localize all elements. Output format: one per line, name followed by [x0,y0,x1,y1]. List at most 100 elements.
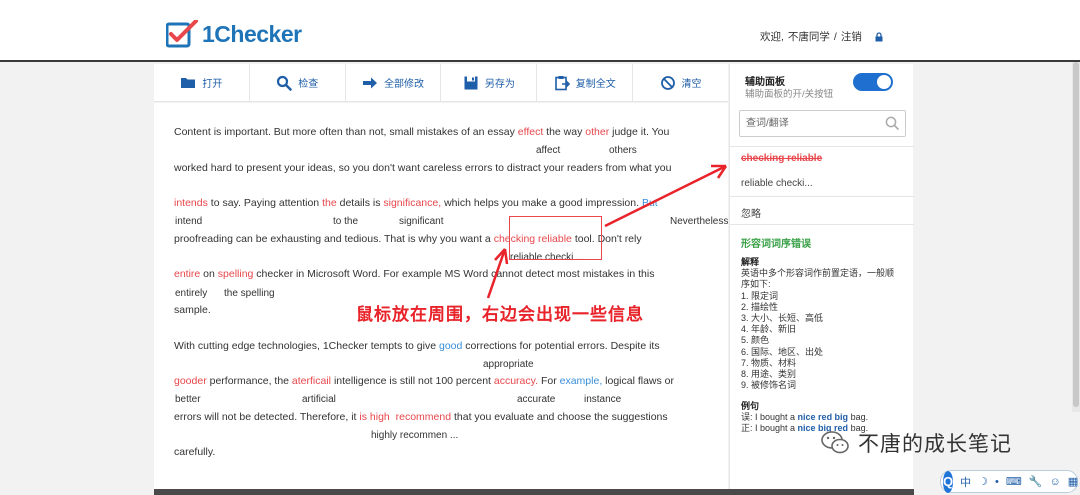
wrench-icon[interactable]: 🔧 [1029,475,1043,488]
ignore-button[interactable]: 忽略 [741,205,761,220]
ime-logo-icon[interactable]: Q [943,470,954,493]
rule-item: 5. 颜色 [741,335,770,346]
text-run: checker in Microsoft Word. For example M… [253,268,655,280]
toolbar: 打开 检查 全部修改 另存为 复制全文 清空 [154,64,728,102]
watermark: 不唐的成长笔记 [820,428,1012,458]
dot-icon[interactable]: • [995,476,999,488]
checkbox-logo-icon [165,19,200,48]
error-word[interactable]: effect [518,126,544,138]
watermark-text: 不唐的成长笔记 [858,433,1012,456]
suggestion-option[interactable]: reliable checki... [741,178,813,189]
text-run: on [200,268,218,280]
text-run: which helps you make a good impression. [441,197,642,209]
error-word[interactable]: entire [174,268,200,280]
text-line: intends to say. Paying attention the det… [174,197,658,209]
rule-item: 8. 用途、类别 [741,369,797,380]
copy-all-label: 复制全文 [575,79,616,90]
app-header: 1Checker 欢迎, 不唐同学 / 注销 [0,0,1080,62]
suggestion-text[interactable]: instance [584,394,621,405]
divider [730,224,914,225]
page-scrollbar[interactable] [1072,62,1080,412]
clipboard-icon [554,75,570,90]
clear-label: 清空 [681,79,702,90]
annotation-text: 鼠标放在周围，右边会出现一些信息 [356,305,644,324]
suggestion-text[interactable]: highly recommen ... [371,430,458,441]
smiley-icon[interactable]: ☺ [1049,476,1060,488]
suggestion-text[interactable]: better [175,394,201,405]
check-label: 检查 [298,79,319,90]
text-run: performance, the [206,375,292,387]
example-highlight: nice red big [797,412,849,423]
editor-area[interactable]: Content is important. But more often tha… [154,103,731,489]
lookup-input[interactable] [740,111,880,136]
suggestion-text[interactable]: the spelling [224,288,275,299]
panel-subtitle: 辅助面板的开/关按钮 [745,89,834,100]
ime-language[interactable]: 中 [960,474,971,490]
suggestion-text[interactable]: affect [536,145,560,156]
moon-icon[interactable]: ☽ [978,475,988,488]
check-button[interactable]: 检查 [250,64,346,101]
error-phrase: checking reliable [741,153,823,164]
username[interactable]: 不唐同学 [788,29,830,44]
suggestion-text[interactable]: significant [399,216,443,227]
style-word[interactable]: good [439,340,462,352]
text-run: judge it. You [609,126,670,138]
arrow-right-icon [363,77,378,88]
text-run: proofreading can be exhausting and tedio… [174,233,494,245]
text-line: Content is important. But more often tha… [174,126,669,138]
grid-icon[interactable]: ▦ [1068,475,1078,488]
divider [730,196,914,197]
fix-all-button[interactable]: 全部修改 [346,64,442,101]
example-text: bag. [848,412,869,423]
error-word[interactable]: recommend [396,411,451,423]
error-word[interactable]: accuracy. [494,375,538,387]
suggestion-text[interactable]: appropriate [483,359,534,370]
logout-link[interactable]: 注销 [841,29,862,44]
lookup-box [739,110,906,137]
error-word[interactable]: gooder [174,375,207,387]
text-run: Content is important. But more often tha… [174,126,518,138]
suggestion-text[interactable]: others [609,145,637,156]
keyboard-icon[interactable]: ⌨ [1006,475,1022,488]
text-line: carefully. [174,446,216,458]
copy-all-button[interactable]: 复制全文 [537,64,634,101]
error-word[interactable]: aterficail [292,375,331,387]
logo-text: 1Checker [202,20,302,47]
error-word[interactable]: spelling [218,268,254,280]
logo[interactable]: 1Checker [165,18,302,50]
text-run: to say. Paying attention [207,197,323,209]
save-as-button[interactable]: 另存为 [441,64,538,101]
suggestion-text[interactable]: intend [175,216,202,227]
assistant-panel: 辅助面板 辅助面板的开/关按钮 checking reliable reliab… [729,64,914,489]
suggestion-text[interactable]: entirely [175,288,207,299]
error-word[interactable]: significance, [383,197,441,209]
error-word[interactable]: the [322,197,337,209]
open-label: 打开 [202,79,223,90]
suggestion-text[interactable]: artificial [302,394,336,405]
rule-item: 9. 被修饰名词 [741,380,797,391]
search-icon[interactable] [885,116,900,131]
text-line: With cutting edge technologies, 1Checker… [174,340,660,352]
rule-item: 7. 物质、材料 [741,357,797,368]
lock-icon[interactable] [874,31,884,42]
panel-toggle[interactable] [853,73,893,91]
save-icon [464,76,478,89]
error-word[interactable]: is high [359,411,389,423]
style-word[interactable]: But [642,197,658,209]
error-word[interactable]: intends [174,197,208,209]
fix-all-label: 全部修改 [384,79,425,90]
suggestion-text[interactable]: to the [333,216,358,227]
explanation-heading: 解释 [741,257,760,267]
open-button[interactable]: 打开 [154,64,250,101]
magnifier-icon [277,75,292,91]
ime-toolbar[interactable]: Q 中 ☽ • ⌨ 🔧 ☺ ▦ [940,470,1078,493]
suggestion-text[interactable]: Nevertheless, [670,216,731,227]
suggestion-text[interactable]: accurate [517,394,555,405]
text-run: For [538,375,560,387]
style-word[interactable]: example, [560,375,603,387]
error-word[interactable]: other [585,126,609,138]
clear-button[interactable]: 清空 [633,64,728,101]
example-text: 误: I bought a [741,412,798,423]
text-run: that you evaluate and choose the suggest… [451,411,668,423]
scrollbar-thumb[interactable] [1073,62,1079,407]
